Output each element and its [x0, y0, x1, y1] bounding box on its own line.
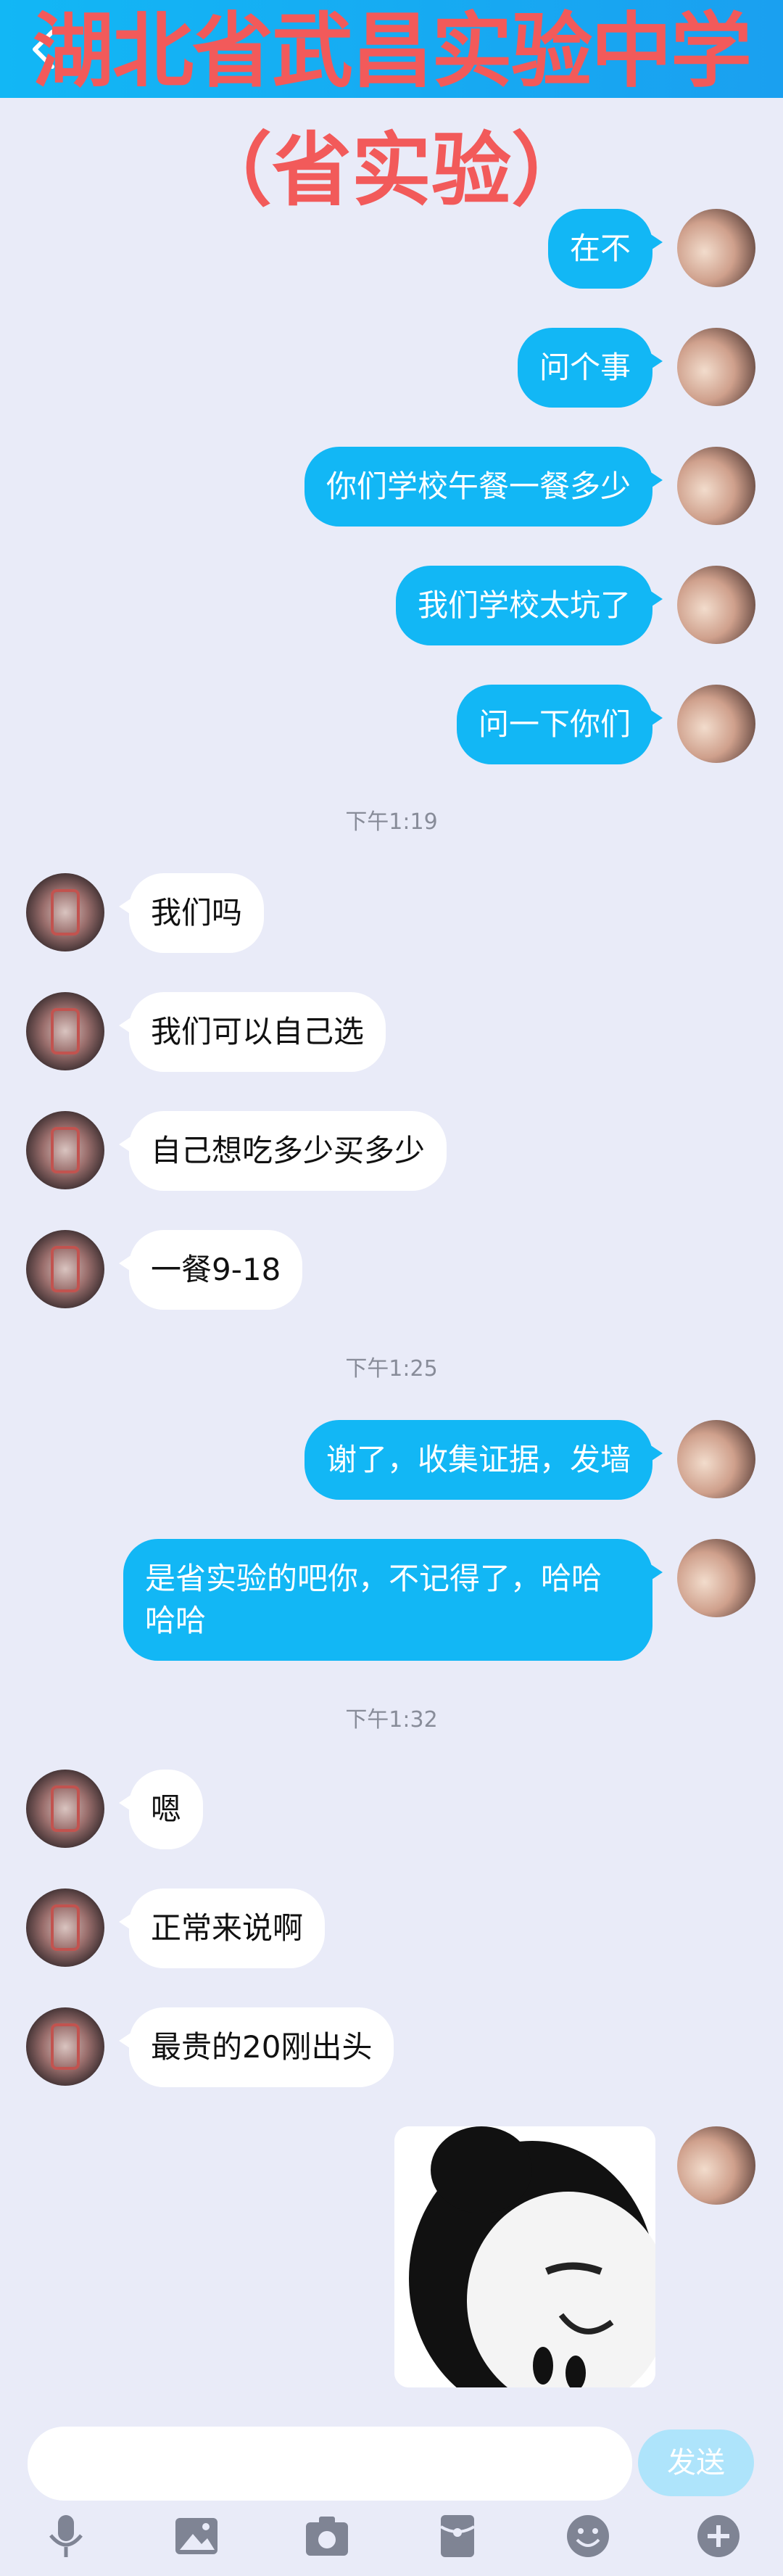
message-bubble[interactable]: 谢了，收集证据，发墙: [304, 1420, 663, 1500]
message-bubble[interactable]: 我们学校太坑了: [395, 566, 663, 645]
message-bubble[interactable]: 自己想吃多少买多少: [118, 1111, 447, 1191]
contact-avatar[interactable]: [26, 1888, 104, 1967]
timestamp: 下午1:32: [345, 1707, 438, 1733]
contact-avatar[interactable]: [26, 992, 104, 1070]
emoji-icon[interactable]: [563, 2511, 613, 2561]
message-bubble[interactable]: 问个事: [517, 328, 663, 408]
plus-icon[interactable]: [693, 2511, 744, 2561]
timestamp: 下午1:25: [345, 1356, 438, 1382]
contact-avatar[interactable]: [26, 1230, 104, 1308]
overlay-title: 湖北省武昌实验中学: [33, 4, 752, 99]
message-bubble[interactable]: 嗯: [118, 1770, 204, 1849]
image-icon[interactable]: [171, 2511, 222, 2561]
camera-icon[interactable]: [302, 2511, 352, 2561]
panda-meme-sticker[interactable]: [394, 2126, 655, 2387]
message-bubble[interactable]: 我们吗: [118, 873, 265, 953]
message-bubble[interactable]: 一餐9-18: [118, 1230, 303, 1310]
mic-icon[interactable]: [41, 2511, 91, 2561]
overlay-subtitle: （省实验）: [192, 124, 591, 217]
send-button[interactable]: 发送: [638, 2430, 754, 2496]
my-avatar[interactable]: [677, 685, 755, 763]
message-bubble[interactable]: 正常来说啊: [118, 1888, 326, 1968]
message-bubble[interactable]: 在不: [547, 209, 663, 289]
my-avatar[interactable]: [677, 566, 755, 644]
message-bubble[interactable]: 你们学校午餐一餐多少: [304, 447, 663, 527]
my-avatar[interactable]: [677, 1420, 755, 1498]
message-bubble[interactable]: 是省实验的吧你，不记得了，哈哈哈哈: [123, 1539, 663, 1661]
contact-avatar[interactable]: [26, 2007, 104, 2086]
timestamp: 下午1:19: [345, 809, 438, 835]
my-avatar[interactable]: [677, 209, 755, 287]
my-avatar[interactable]: [677, 1539, 755, 1617]
panda-face-icon: [394, 2126, 655, 2387]
message-input[interactable]: [28, 2427, 632, 2501]
message-bubble[interactable]: 问一下你们: [456, 685, 663, 764]
my-avatar[interactable]: [677, 2126, 755, 2205]
red-packet-icon[interactable]: [432, 2511, 483, 2561]
my-avatar[interactable]: [677, 447, 755, 525]
contact-avatar[interactable]: [26, 1111, 104, 1189]
contact-avatar[interactable]: [26, 873, 104, 951]
my-avatar[interactable]: [677, 328, 755, 406]
message-bubble[interactable]: 最贵的20刚出头: [118, 2007, 394, 2087]
message-bubble[interactable]: 我们可以自己选: [118, 992, 386, 1072]
contact-avatar[interactable]: [26, 1770, 104, 1848]
